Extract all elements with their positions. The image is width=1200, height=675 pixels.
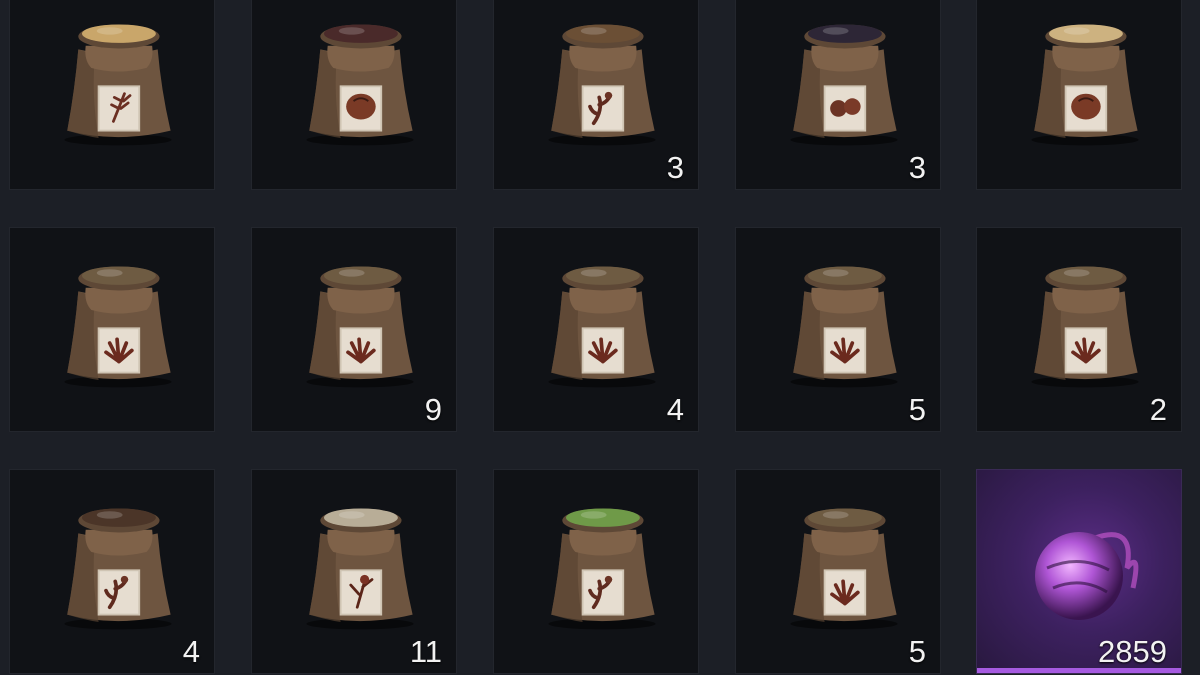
item-count: 2859 [1098, 634, 1167, 669]
inventory-slot[interactable]: 11 [251, 469, 457, 674]
purple-orb-icon [1017, 510, 1147, 640]
inventory-slot[interactable] [9, 227, 215, 432]
item-count: 4 [182, 634, 200, 669]
root-seed-bag-icon [58, 492, 178, 632]
grain-seed-bag-icon [1025, 8, 1145, 148]
inventory-slot[interactable]: 5 [735, 469, 941, 674]
inventory-slot[interactable] [251, 0, 457, 190]
inventory-slot[interactable] [493, 469, 699, 674]
herb-seed-bag-icon [542, 250, 662, 390]
inventory-grid: 3 3 9 4 5 2 4 11 5 2859 [0, 0, 1200, 675]
herb-seed-bag-icon [784, 250, 904, 390]
dark-seed-bag-icon [784, 8, 904, 148]
inventory-slot[interactable] [976, 0, 1182, 190]
item-count: 3 [908, 150, 926, 185]
herb-seed-bag-icon [784, 492, 904, 632]
grain-seed-bag-icon [58, 8, 178, 148]
pale-seed-bag-icon [300, 492, 420, 632]
item-count: 3 [666, 150, 684, 185]
item-count: 5 [908, 634, 926, 669]
inventory-slot[interactable]: 4 [9, 469, 215, 674]
inventory-slot[interactable] [9, 0, 215, 190]
inventory-slot[interactable]: 4 [493, 227, 699, 432]
item-count: 2 [1149, 392, 1167, 427]
mixed-seed-bag-icon [542, 8, 662, 148]
inventory-slot[interactable]: 2 [976, 227, 1182, 432]
inventory-slot[interactable]: 3 [735, 0, 941, 190]
herb-seed-bag-icon [1025, 250, 1145, 390]
inventory-slot[interactable]: 9 [251, 227, 457, 432]
herb-seed-bag-icon [300, 250, 420, 390]
item-count: 11 [409, 634, 442, 669]
inventory-slot[interactable]: 5 [735, 227, 941, 432]
inventory-slot[interactable]: 3 [493, 0, 699, 190]
herb-seed-bag-icon [58, 250, 178, 390]
item-count: 5 [908, 392, 926, 427]
item-count: 4 [666, 392, 684, 427]
pea-seed-bag-icon [542, 492, 662, 632]
inventory-slot[interactable]: 2859 [976, 469, 1182, 674]
item-count: 9 [424, 392, 442, 427]
bean-seed-bag-icon [300, 8, 420, 148]
